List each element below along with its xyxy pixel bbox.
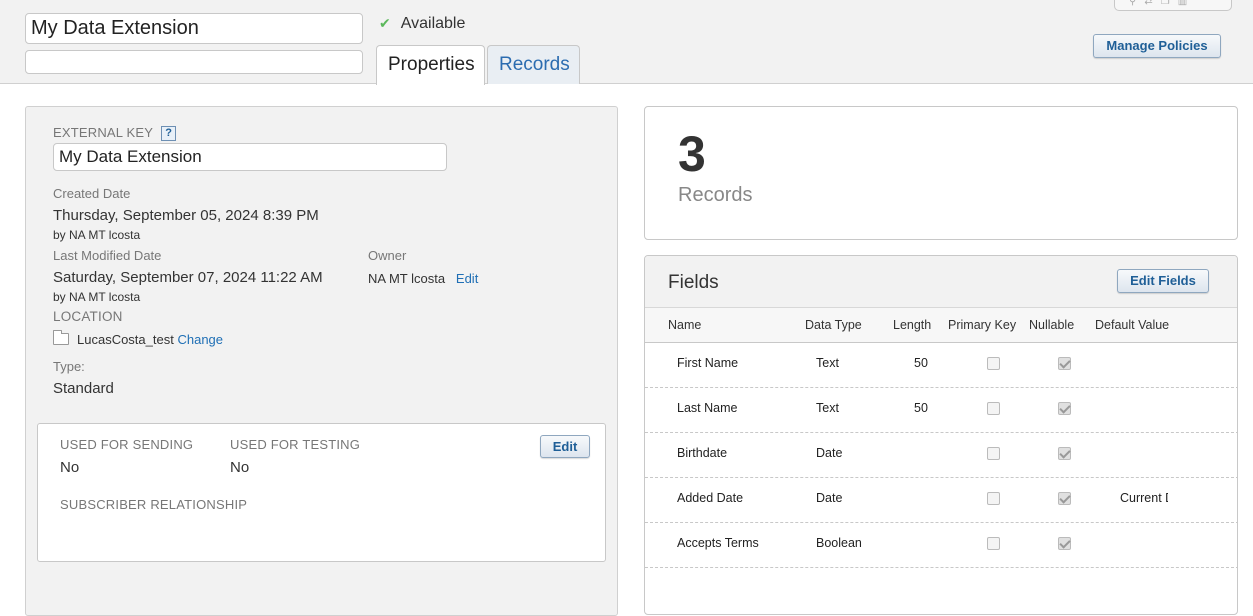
fields-header: Fields Edit Fields [645, 256, 1237, 308]
primary-key-checkbox [987, 402, 1000, 415]
fields-title: Fields [668, 272, 719, 293]
edit-fields-button[interactable]: Edit Fields [1117, 269, 1209, 293]
owner-value: NA MT lcosta Edit [368, 271, 478, 286]
manage-policies-button[interactable]: Manage Policies [1093, 34, 1221, 58]
created-date-value: Thursday, September 05, 2024 8:39 PM [53, 207, 319, 224]
header-bar: ✔ Available Properties Records ⚲⇄❐▥ Manag… [0, 0, 1253, 85]
fields-card: Fields Edit Fields Name Data Type Length… [644, 255, 1238, 615]
field-data-type: Boolean [816, 536, 862, 550]
field-length: 50 [914, 356, 928, 370]
subscriber-relationship-label: SUBSCRIBER RELATIONSHIP [60, 497, 248, 512]
fields-column-headers: Name Data Type Length Primary Key Nullab… [645, 308, 1237, 343]
table-row[interactable]: Accepts Terms Boolean [645, 523, 1237, 568]
used-for-testing-label: USED FOR TESTING [230, 437, 361, 452]
column-header-data-type[interactable]: Data Type [805, 318, 862, 332]
primary-key-checkbox [987, 537, 1000, 550]
data-extension-description-input[interactable] [25, 50, 363, 74]
field-data-type: Text [816, 356, 839, 370]
sending-edit-button[interactable]: Edit [540, 435, 590, 458]
owner-edit-link[interactable]: Edit [456, 271, 478, 286]
column-header-length[interactable]: Length [893, 318, 931, 332]
used-for-sending-value: No [60, 459, 80, 476]
column-header-nullable[interactable]: Nullable [1029, 318, 1074, 332]
external-key-label-text: EXTERNAL KEY [53, 125, 154, 140]
properties-panel: EXTERNAL KEY? Created Date Thursday, Sep… [25, 106, 618, 616]
external-key-label: EXTERNAL KEY? [53, 125, 177, 141]
column-header-name[interactable]: Name [668, 318, 701, 332]
table-row[interactable]: Added Date Date Current D [645, 478, 1237, 523]
delete-icon[interactable]: ▥ [1178, 0, 1195, 7]
field-name: First Name [677, 356, 739, 370]
data-extension-name-input[interactable] [25, 13, 363, 44]
field-name: Added Date [677, 491, 744, 505]
field-data-type: Date [816, 491, 843, 505]
nullable-checkbox [1058, 537, 1071, 550]
used-for-sending-label: USED FOR SENDING [60, 437, 194, 452]
tab-records[interactable]: Records [487, 45, 580, 84]
location-label: LOCATION [53, 309, 123, 324]
external-key-input[interactable] [53, 143, 447, 171]
field-default-value: Current D [1120, 491, 1168, 505]
field-length: 50 [914, 401, 928, 415]
table-row[interactable]: Birthdate Date [645, 433, 1237, 478]
modified-date-label: Last Modified Date [53, 248, 162, 263]
modified-date-value: Saturday, September 07, 2024 11:22 AM [53, 269, 323, 286]
primary-key-checkbox [987, 357, 1000, 370]
created-by: by NA MT lcosta [53, 228, 141, 242]
owner-label: Owner [368, 248, 407, 263]
created-date-label: Created Date [53, 186, 131, 201]
status-text: Available [400, 15, 466, 32]
field-name: Birthdate [677, 446, 728, 460]
status-indicator: ✔ Available [379, 15, 465, 33]
sending-settings-box: USED FOR SENDING No USED FOR TESTING No … [37, 423, 606, 562]
table-row[interactable]: Last Name Text 50 [645, 388, 1237, 433]
location-value: LucasCosta_test Change [77, 332, 223, 347]
folder-icon [53, 330, 69, 345]
field-name: Last Name [677, 401, 738, 415]
nullable-checkbox [1058, 402, 1071, 415]
move-icon[interactable]: ⇄ [1144, 0, 1160, 7]
type-label: Type: [53, 359, 85, 374]
primary-key-checkbox [987, 447, 1000, 460]
records-summary-card: 3 Records [644, 106, 1238, 240]
primary-key-checkbox [987, 492, 1000, 505]
field-data-type: Date [816, 446, 843, 460]
nullable-checkbox [1058, 357, 1071, 370]
records-count: 3 [678, 126, 706, 182]
column-header-primary-key[interactable]: Primary Key [948, 318, 1016, 332]
table-row[interactable]: First Name Text 50 [645, 343, 1237, 388]
field-data-type: Text [816, 401, 839, 415]
location-change-link[interactable]: Change [177, 332, 223, 347]
tab-properties[interactable]: Properties [376, 45, 485, 85]
nullable-checkbox [1058, 447, 1071, 460]
records-label: Records [678, 184, 753, 206]
check-icon: ✔ [379, 15, 391, 31]
type-value: Standard [53, 380, 114, 397]
used-for-testing-value: No [230, 459, 250, 476]
owner-name: NA MT lcosta [368, 271, 446, 286]
location-folder-name: LucasCosta_test [77, 332, 174, 347]
modified-by: by NA MT lcosta [53, 290, 141, 304]
column-header-default-value[interactable]: Default Value [1095, 318, 1169, 332]
copy-icon[interactable]: ❐ [1161, 0, 1178, 7]
lightbulb-icon[interactable]: ⚲ [1129, 0, 1144, 7]
toolbar-icons[interactable]: ⚲⇄❐▥ [1114, 0, 1232, 11]
help-icon[interactable]: ? [161, 126, 177, 141]
field-name: Accepts Terms [677, 536, 759, 550]
nullable-checkbox [1058, 492, 1071, 505]
